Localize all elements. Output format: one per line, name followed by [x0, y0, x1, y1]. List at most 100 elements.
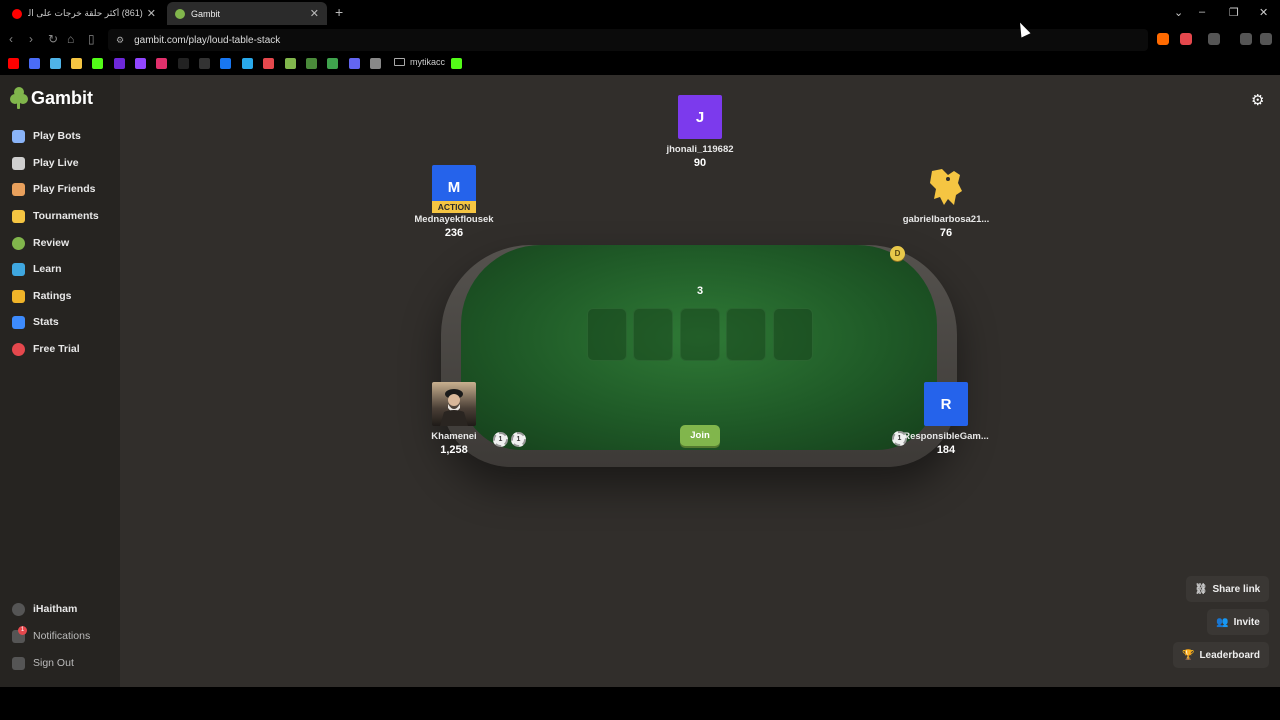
player-seat-bottom-left[interactable]: Khamenei 1,258	[399, 382, 509, 456]
back-icon[interactable]: ‹	[9, 32, 13, 46]
chip-icon: 1	[493, 432, 508, 447]
media-icon[interactable]	[1240, 33, 1252, 45]
trophy-icon: 🏆	[1181, 649, 1195, 661]
bookmark-icon[interactable]	[285, 58, 296, 69]
sidebar-item-review[interactable]: Review	[12, 234, 69, 252]
bookmark-icon[interactable]	[349, 58, 360, 69]
bookmark-folder-label: mytikacc	[410, 57, 446, 67]
sidebar-item-ratings[interactable]: Ratings	[12, 287, 72, 305]
player-name: Mednayekflousek	[414, 214, 494, 225]
x-bookmark-icon[interactable]	[199, 58, 210, 69]
photo-avatar	[432, 382, 476, 426]
sidebar-user[interactable]: iHaitham	[12, 600, 77, 618]
bookmark-icon[interactable]: ▯	[88, 32, 95, 46]
bookmark-icon[interactable]	[114, 58, 125, 69]
youtube-icon	[12, 8, 22, 19]
sidebar-item-label: Stats	[33, 316, 59, 328]
leaderboard-label: Leaderboard	[1199, 649, 1261, 661]
browser-tab-youtube[interactable]: (861) أكثر حلقة خرجات على السيطرة ✕	[4, 2, 164, 25]
sidebar-toggle-icon[interactable]	[1208, 33, 1220, 45]
friends-icon	[12, 182, 25, 196]
swords-icon	[12, 156, 25, 170]
sidebar-item-play-live[interactable]: Play Live	[12, 154, 79, 172]
site-info-icon[interactable]: ⚙	[116, 35, 124, 46]
sidebar-item-play-friends[interactable]: Play Friends	[12, 180, 95, 198]
player-seat-bottom-right[interactable]: R ResponsibleGam... 184	[891, 382, 1001, 456]
community-card-slot	[587, 308, 627, 361]
player-seat-top-left[interactable]: M ACTION Mednayekflousek 236	[399, 165, 509, 239]
bookmark-icon[interactable]	[71, 58, 82, 69]
chevron-down-icon[interactable]: ⌄	[1174, 6, 1183, 19]
player-seat-top-right[interactable]: gabrielbarbosa21... 76	[891, 165, 1001, 239]
twitch-bookmark-icon[interactable]	[135, 58, 146, 69]
username: iHaitham	[33, 603, 78, 615]
community-card-slot	[773, 308, 813, 361]
sign-out-label: Sign Out	[33, 657, 74, 669]
share-link-label: Share link	[1212, 583, 1261, 595]
sidebar-item-stats[interactable]: Stats	[12, 313, 59, 331]
player-chips: 90	[693, 157, 707, 169]
tab-title: (861) أكثر حلقة خرجات على السيطرة	[28, 8, 143, 18]
player-seat-top[interactable]: J jhonali_119682 90	[645, 95, 755, 169]
join-button[interactable]: Join	[680, 425, 720, 446]
bookmarks-bar: mytikacc	[0, 53, 1280, 75]
maximize-icon[interactable]: ❐	[1229, 6, 1239, 19]
close-icon[interactable]: ✕	[147, 7, 156, 20]
sidebar-item-label: Tournaments	[33, 210, 99, 222]
lion-icon	[930, 169, 962, 205]
reload-icon[interactable]: ↻	[48, 32, 58, 46]
users-icon: 👥	[1216, 616, 1229, 628]
share-link-button[interactable]: ⛓ Share link	[1186, 576, 1269, 602]
gear-icon[interactable]: ⚙	[1251, 91, 1264, 109]
chess-bookmark-icon[interactable]	[306, 58, 317, 69]
menu-icon[interactable]	[1260, 33, 1272, 45]
sidebar-item-learn[interactable]: Learn	[12, 260, 62, 278]
telegram-bookmark-icon[interactable]	[242, 58, 253, 69]
player-name: gabrielbarbosa21...	[902, 214, 990, 225]
notification-badge: 1	[18, 625, 27, 635]
browser-tab-bar: (861) أكثر حلقة خرجات على السيطرة ✕ Gamb…	[0, 0, 1280, 27]
kick-bookmark-icon[interactable]	[92, 58, 103, 69]
minimize-icon[interactable]: –	[1199, 6, 1205, 18]
lion-avatar-icon	[924, 165, 968, 209]
sidebar-item-tournaments[interactable]: Tournaments	[12, 207, 99, 225]
stats-icon	[12, 315, 25, 329]
gambit-logo[interactable]: Gambit	[10, 87, 93, 109]
sidebar-item-play-bots[interactable]: Play Bots	[12, 127, 81, 145]
bookmark-icon[interactable]	[451, 58, 462, 69]
sign-out-link[interactable]: Sign Out	[12, 654, 74, 672]
home-icon[interactable]: ⌂	[67, 32, 74, 46]
tiktok-bookmark-icon[interactable]	[178, 58, 189, 69]
player-chips: 76	[939, 227, 953, 239]
ratings-icon	[12, 289, 25, 303]
instagram-bookmark-icon[interactable]	[156, 58, 167, 69]
player-name: ResponsibleGam...	[903, 431, 989, 442]
bookmark-icon[interactable]	[263, 58, 274, 69]
youtube-bookmark-icon[interactable]	[8, 58, 19, 69]
window-close-icon[interactable]: ✕	[1259, 6, 1268, 19]
url-input[interactable]: ⚙ gambit.com/play/loud-table-stack	[108, 29, 1148, 51]
brave-shield-icon[interactable]	[1157, 33, 1169, 45]
sidebar-item-label: Play Friends	[33, 183, 96, 195]
new-tab-icon[interactable]: +	[335, 4, 343, 20]
close-icon[interactable]: ✕	[310, 7, 319, 20]
bell-icon: 1	[12, 625, 27, 643]
bookmark-folder[interactable]: mytikacc	[394, 57, 445, 67]
logo-text: Gambit	[31, 87, 94, 108]
invite-button[interactable]: 👥 Invite	[1207, 609, 1269, 635]
facebook-bookmark-icon[interactable]	[220, 58, 231, 69]
trophy-icon	[12, 209, 25, 223]
globe-bookmark-icon[interactable]	[370, 58, 381, 69]
avatar: R	[924, 382, 968, 426]
avatar: J	[678, 95, 722, 139]
bookmark-icon[interactable]	[29, 58, 40, 69]
forward-icon[interactable]: ›	[29, 32, 33, 46]
bookmark-icon[interactable]	[327, 58, 338, 69]
brave-rewards-icon[interactable]	[1180, 33, 1192, 45]
gemini-bookmark-icon[interactable]	[50, 58, 61, 69]
sidebar-notifications[interactable]: 1 Notifications	[12, 625, 90, 645]
browser-tab-gambit[interactable]: Gambit ✕	[167, 2, 327, 25]
community-card-slot	[633, 308, 673, 361]
leaderboard-button[interactable]: 🏆 Leaderboard	[1173, 642, 1269, 668]
sidebar-item-free-trial[interactable]: Free Trial	[12, 340, 80, 358]
